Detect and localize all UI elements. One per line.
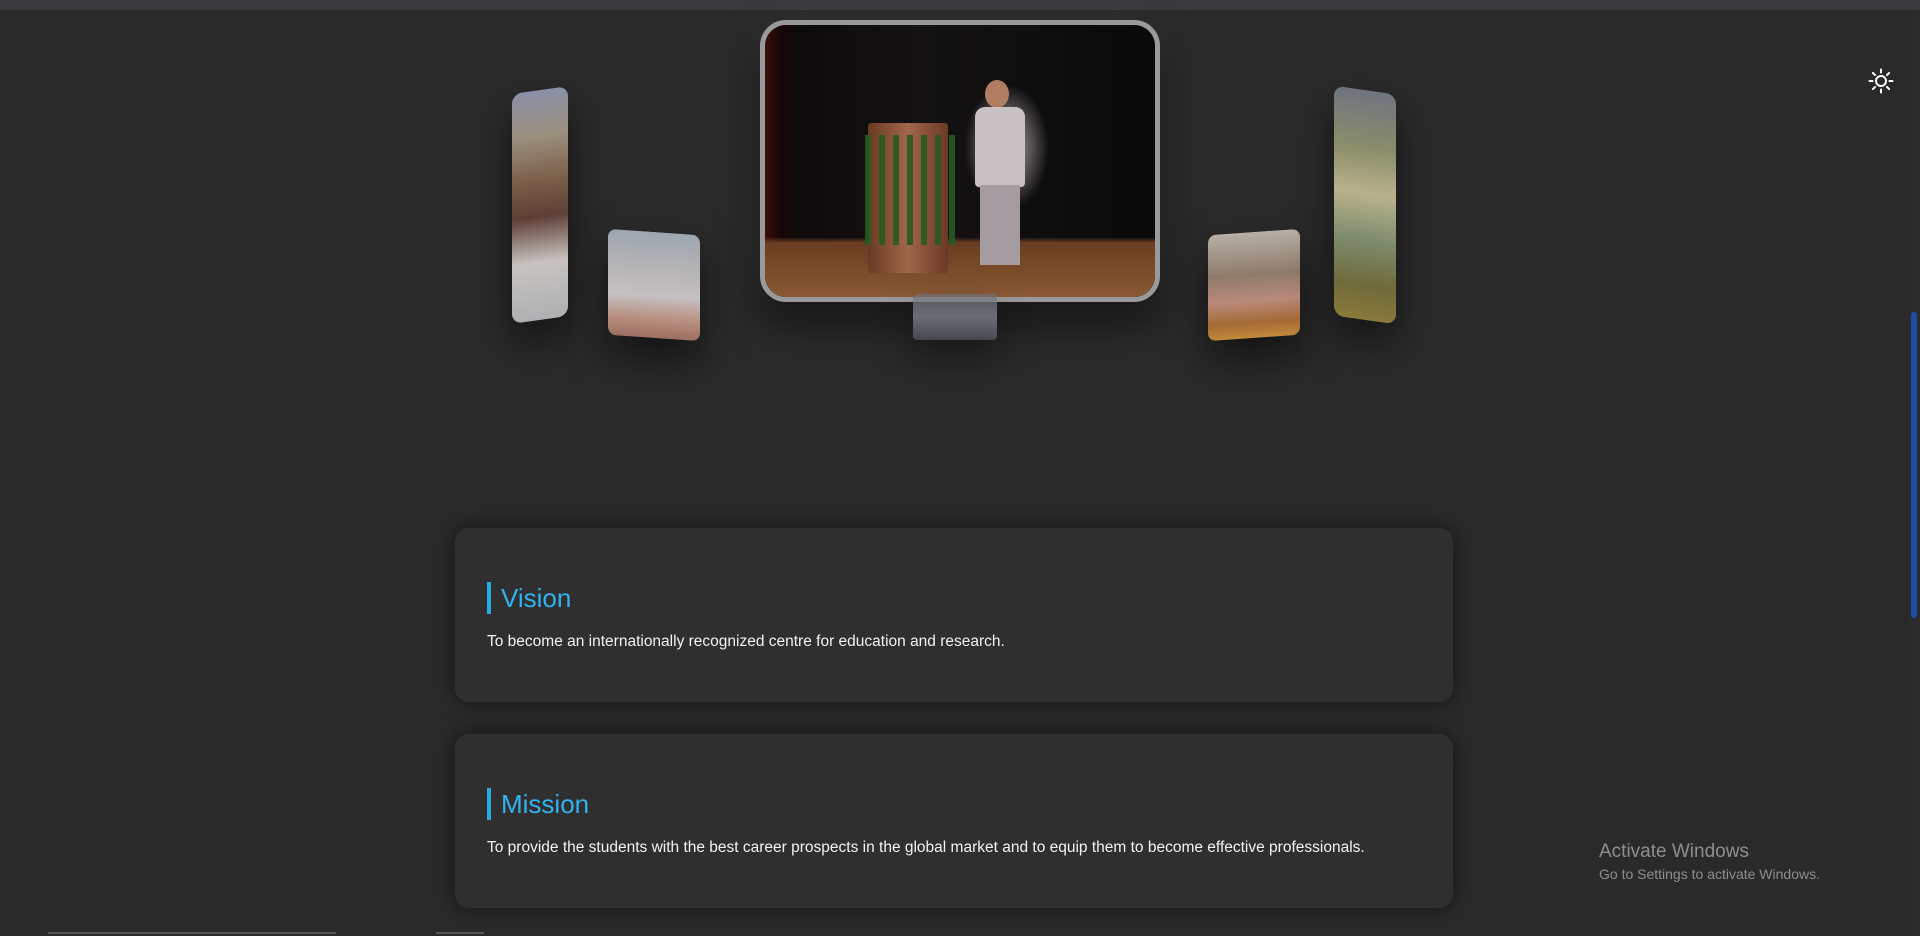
speaker-figure-legs	[980, 185, 1020, 265]
bottom-divider	[48, 932, 336, 934]
mission-heading: Mission	[487, 788, 589, 820]
mission-text: To provide the students with the best ca…	[487, 839, 1365, 856]
event-photo-image	[913, 294, 997, 340]
carousel-photo-right-far[interactable]	[1334, 85, 1396, 325]
activate-windows-title: Activate Windows	[1599, 841, 1749, 862]
stage-event-image	[1334, 85, 1396, 325]
activate-windows-subtitle: Go to Settings to activate Windows.	[1599, 866, 1820, 882]
vision-card: Vision To become an internationally reco…	[455, 528, 1453, 702]
activate-windows-watermark: Activate Windows Go to Settings to activ…	[1599, 840, 1820, 884]
carousel-photo-center[interactable]	[760, 20, 1160, 302]
carousel-photo-bottom[interactable]	[913, 294, 997, 340]
vision-heading: Vision	[487, 582, 571, 614]
group-photo-image	[512, 86, 568, 324]
carousel-photo-left-near[interactable]	[608, 228, 700, 342]
podium-decoration	[865, 135, 955, 245]
carousel-photo-right-near[interactable]	[1208, 228, 1300, 342]
speaker-figure-head	[985, 80, 1009, 108]
scrollbar-thumb[interactable]	[1911, 312, 1917, 618]
photo-carousel[interactable]	[0, 0, 1900, 400]
speaker-at-podium-image	[765, 25, 1155, 297]
bottom-divider-short	[436, 932, 484, 934]
carousel-photo-left-far[interactable]	[512, 86, 568, 324]
vision-text: To become an internationally recognized …	[487, 633, 1005, 650]
speaker-figure-body	[975, 107, 1025, 187]
award-ceremony-image	[608, 228, 700, 342]
audience-photo-image	[1208, 228, 1300, 342]
theme-toggle-button[interactable]	[1866, 66, 1896, 96]
mission-card: Mission To provide the students with the…	[455, 734, 1453, 908]
sun-icon	[1868, 68, 1894, 94]
